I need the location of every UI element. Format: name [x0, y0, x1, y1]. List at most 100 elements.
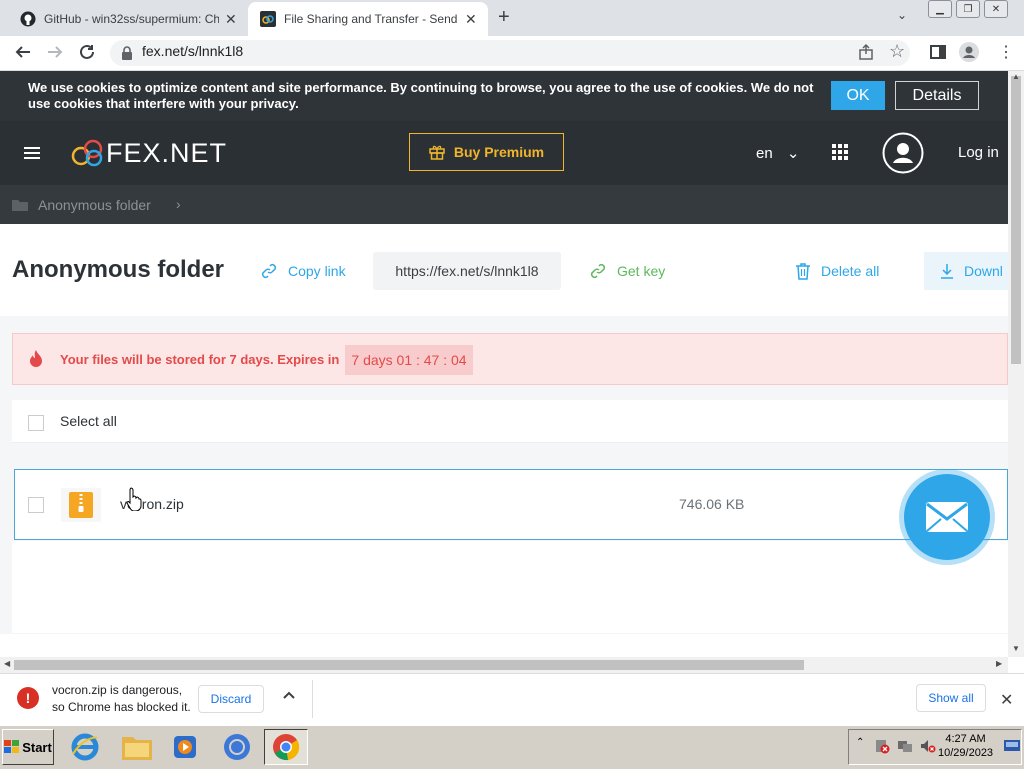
network-icon[interactable]	[897, 738, 913, 754]
empty-list-area	[12, 541, 1008, 633]
close-download-shelf-icon[interactable]: ✕	[1000, 690, 1013, 710]
new-tab-icon[interactable]: +	[498, 6, 510, 29]
clock-date: 10/29/2023	[938, 747, 994, 759]
select-all-label[interactable]: Select all	[60, 413, 117, 429]
copy-link-button[interactable]: Copy link	[260, 262, 346, 280]
buy-premium-button[interactable]: Buy Premium	[409, 133, 564, 171]
gift-icon	[429, 144, 445, 160]
bookmark-star-icon[interactable]: ☆	[889, 41, 905, 62]
keyboard-layout-icon[interactable]	[1004, 740, 1020, 752]
forward-icon[interactable]	[46, 43, 64, 61]
file-size: 746.06 KB	[679, 496, 745, 512]
start-button[interactable]: Start	[2, 729, 54, 765]
scroll-right-icon[interactable]: ▶	[996, 659, 1002, 668]
user-avatar-icon[interactable]	[882, 132, 924, 174]
tab-title: File Sharing and Transfer - Send La	[284, 12, 459, 26]
danger-warning-icon: !	[17, 687, 39, 709]
fex-logo-icon[interactable]	[71, 139, 105, 167]
lock-icon[interactable]	[121, 46, 133, 60]
share-url-field[interactable]: https://fex.net/s/lnnk1l8	[373, 252, 561, 290]
url-text[interactable]: fex.net/s/lnnk1l8	[142, 43, 243, 59]
scroll-up-icon[interactable]: ▲	[1012, 72, 1020, 81]
side-panel-icon[interactable]	[930, 44, 946, 60]
security-alert-icon[interactable]	[874, 738, 890, 754]
file-checkbox[interactable]	[28, 497, 44, 513]
fex-favicon-icon	[260, 11, 276, 27]
delete-all-button[interactable]: Delete all	[795, 262, 879, 280]
buy-premium-label: Buy Premium	[453, 144, 545, 160]
reload-icon[interactable]	[78, 43, 96, 61]
show-all-button[interactable]: Show all	[916, 684, 986, 712]
file-explorer-icon[interactable]	[115, 729, 159, 765]
back-icon[interactable]	[14, 43, 32, 61]
envelope-icon	[925, 501, 969, 533]
download-warning-text: vocron.zip is dangerous, so Chrome has b…	[52, 682, 191, 716]
scroll-down-icon[interactable]: ▼	[1012, 644, 1020, 653]
window-controls: ▁ ❐ ✕	[928, 0, 1008, 18]
breadcrumb-folder[interactable]: Anonymous folder	[38, 197, 151, 213]
select-all-checkbox[interactable]	[28, 415, 44, 431]
fex-logo-text[interactable]: FEX.NET	[106, 138, 227, 169]
cookie-details-button[interactable]: Details	[895, 81, 979, 110]
restore-icon[interactable]: ❐	[956, 0, 980, 18]
page-title: Anonymous folder	[12, 256, 225, 283]
language-selector[interactable]: en ⌄	[756, 144, 799, 162]
tab-fex[interactable]: File Sharing and Transfer - Send La ✕	[248, 2, 488, 36]
chrome-app-icon[interactable]	[215, 729, 259, 765]
divider	[312, 680, 313, 718]
breadcrumb	[0, 185, 1008, 224]
key-link-icon	[589, 262, 607, 280]
get-key-button[interactable]: Get key	[589, 262, 665, 280]
tab-title: GitHub - win32ss/supermium: Chrom	[44, 12, 219, 26]
download-warning-line2: so Chrome has blocked it.	[52, 700, 191, 714]
horizontal-scroll-thumb[interactable]	[14, 660, 804, 670]
share-icon[interactable]	[858, 44, 874, 60]
delete-all-label: Delete all	[821, 263, 880, 279]
link-icon	[260, 262, 278, 280]
mouse-cursor-icon	[126, 487, 142, 511]
start-label: Start	[22, 739, 52, 755]
tray-expand-icon[interactable]: ⌃	[856, 737, 864, 748]
cookie-text: We use cookies to optimize content and s…	[28, 80, 814, 111]
copy-link-label: Copy link	[288, 263, 346, 279]
discard-button[interactable]: Discard	[198, 685, 264, 713]
hamburger-menu-icon[interactable]	[24, 146, 40, 160]
minimize-icon[interactable]: ▁	[928, 0, 952, 18]
clock-time: 4:27 AM	[945, 733, 986, 745]
fire-icon	[27, 349, 45, 369]
volume-muted-icon[interactable]	[920, 738, 936, 754]
select-all-row	[12, 400, 1008, 443]
expiry-text: Your files will be stored for 7 days. Ex…	[60, 352, 340, 367]
profile-icon[interactable]	[959, 42, 979, 62]
taskbar-clock[interactable]: 4:27 AM 10/29/2023	[938, 732, 993, 760]
chevron-up-icon[interactable]	[282, 689, 296, 703]
trash-icon	[795, 262, 811, 280]
tab-github[interactable]: GitHub - win32ss/supermium: Chrom ✕	[8, 2, 246, 36]
vertical-scroll-thumb[interactable]	[1011, 76, 1021, 364]
language-label: en	[756, 145, 773, 162]
download-warning-line1: vocron.zip is dangerous,	[52, 683, 183, 697]
folder-icon	[12, 198, 28, 211]
zip-file-icon	[61, 488, 101, 522]
internet-explorer-icon[interactable]	[63, 729, 107, 765]
tab-search-chevron-icon[interactable]: ⌄	[897, 8, 907, 22]
login-link[interactable]: Log in	[958, 144, 999, 161]
close-window-icon[interactable]: ✕	[984, 0, 1008, 18]
contact-mail-button[interactable]	[904, 474, 990, 560]
download-label: Downl	[964, 263, 1003, 279]
expiry-timer: 7 days 01 : 47 : 04	[345, 345, 473, 375]
chevron-down-icon: ⌄	[786, 145, 800, 162]
download-arrow-icon	[940, 263, 954, 279]
cookie-ok-button[interactable]: OK	[831, 81, 885, 110]
scroll-left-icon[interactable]: ◀	[4, 659, 10, 668]
apps-grid-icon[interactable]	[832, 144, 848, 160]
close-tab-icon[interactable]: ✕	[225, 11, 237, 28]
github-icon	[20, 11, 36, 27]
get-key-label: Get key	[617, 263, 666, 279]
media-player-icon[interactable]	[163, 729, 207, 765]
chrome-active-taskbar-icon[interactable]	[264, 729, 308, 765]
windows-logo-icon	[4, 740, 20, 754]
chevron-right-icon: ›	[176, 196, 181, 212]
menu-kebab-icon[interactable]: ⋮	[998, 42, 1014, 62]
close-tab-icon[interactable]: ✕	[465, 11, 477, 28]
